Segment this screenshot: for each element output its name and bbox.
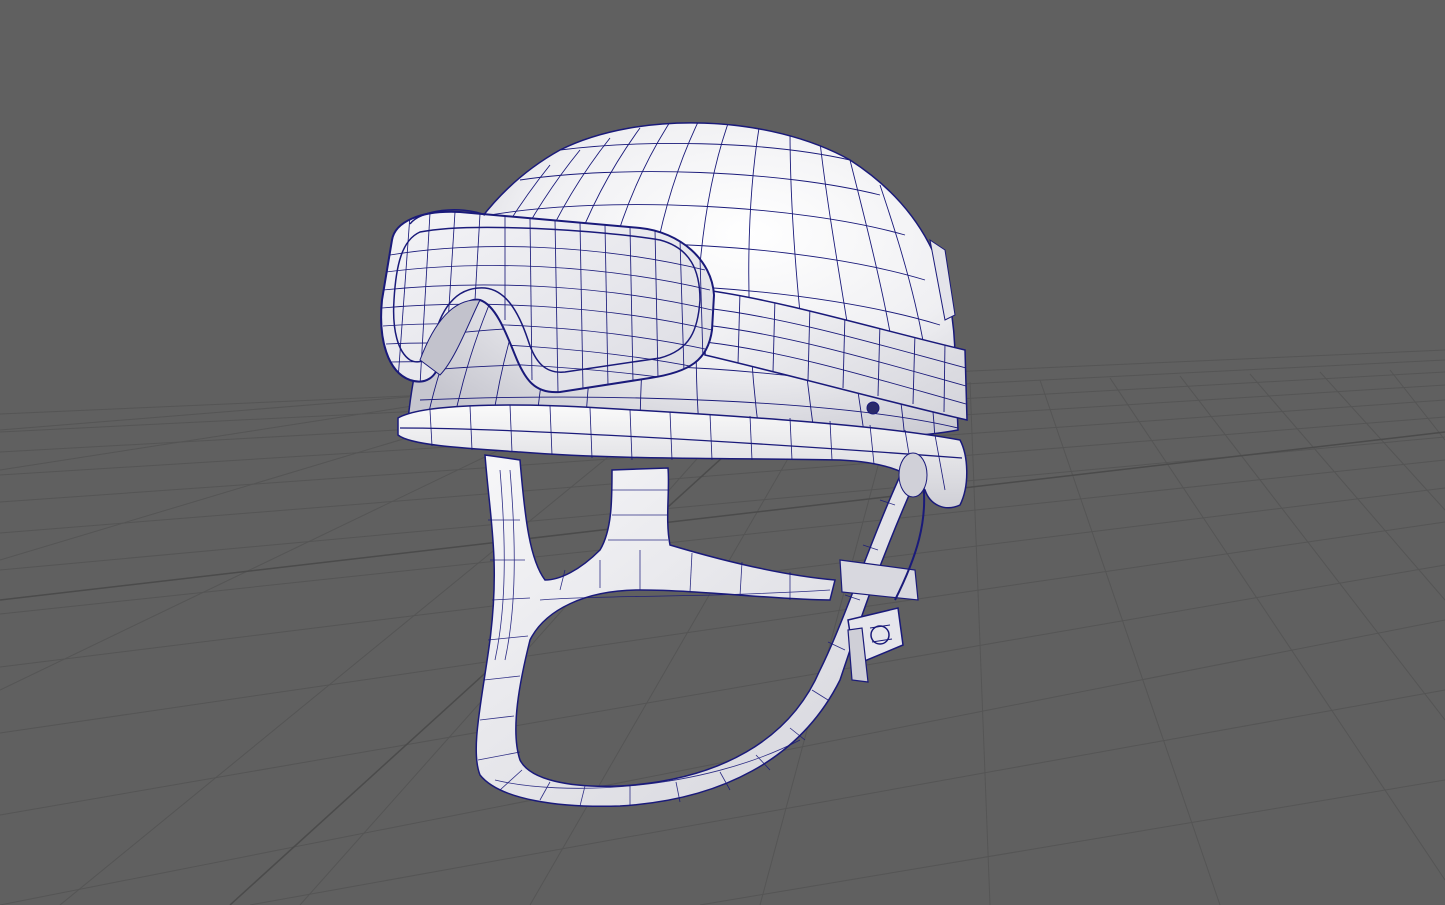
goggles xyxy=(380,209,716,394)
side-rivet xyxy=(866,401,880,415)
grid-axis xyxy=(0,386,1445,905)
3d-viewport[interactable] xyxy=(0,0,1445,905)
viewport-canvas[interactable] xyxy=(0,0,1445,905)
strap-buckle xyxy=(847,607,904,683)
